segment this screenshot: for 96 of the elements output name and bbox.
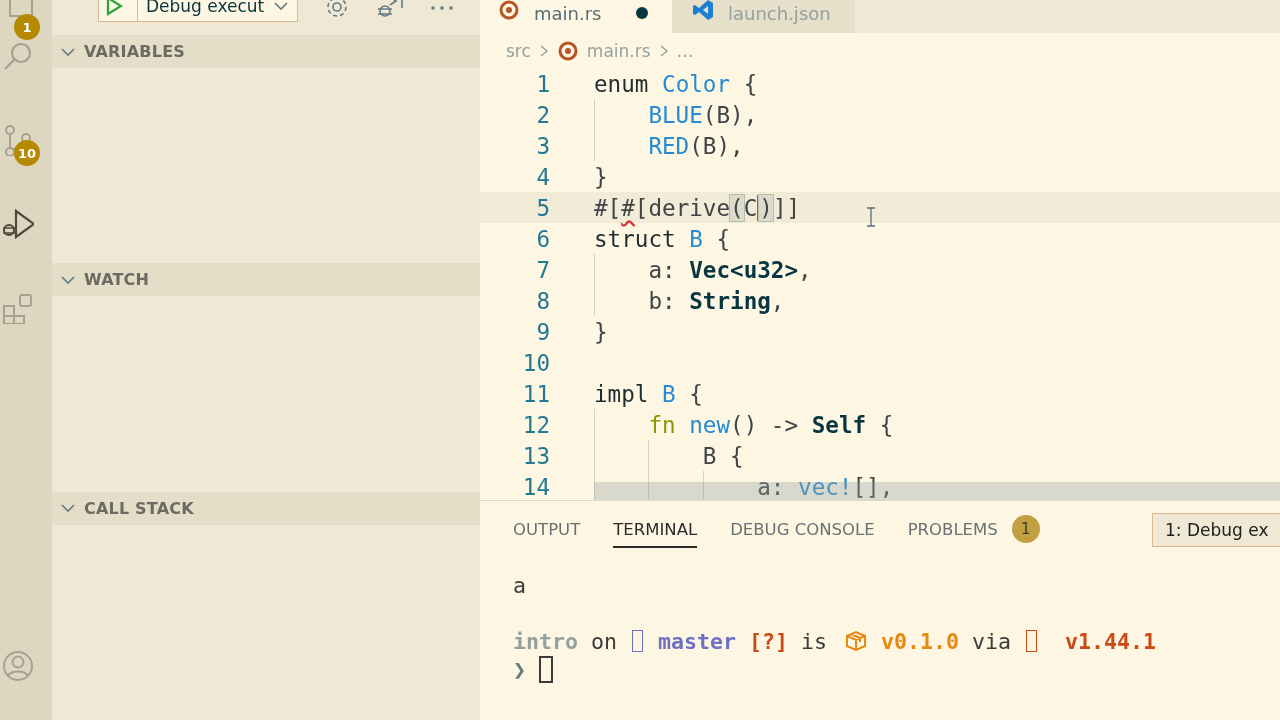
- panel-tab[interactable]: PROBLEMS 1: [907, 512, 1040, 548]
- terminal-text: on: [590, 628, 619, 654]
- code-token: (B),: [702, 101, 758, 128]
- code-token: [],: [852, 473, 894, 500]
- terminal-text: [?]: [748, 628, 789, 654]
- code-token: {: [688, 380, 703, 407]
- breadcrumb[interactable]: …: [676, 40, 694, 61]
- terminal-text: a: [513, 572, 526, 598]
- terminal-text: v0.1.0: [880, 628, 960, 654]
- settings-icon[interactable]: [324, 0, 350, 20]
- code-token: ,: [770, 287, 785, 314]
- more-actions-icon[interactable]: [430, 4, 454, 12]
- badge: 10: [13, 140, 40, 166]
- debug-configuration-select[interactable]: Debug execut: [98, 0, 298, 22]
- panel-tab[interactable]: DEBUG CONSOLE: [730, 512, 875, 548]
- code-token: fn: [648, 411, 676, 438]
- line-number: 12: [521, 411, 551, 438]
- chevron-down-icon: [273, 1, 289, 11]
- chevron-right-icon: [538, 43, 549, 58]
- line-number: 4: [535, 163, 551, 190]
- code-token: BLUE: [648, 101, 703, 128]
- section-header[interactable]: WATCH: [52, 263, 480, 297]
- code-token: #[: [594, 194, 622, 221]
- code-token: Vec<u32>: [689, 256, 799, 283]
- line-number: 11: [521, 380, 551, 407]
- line-number: 10: [521, 349, 551, 376]
- line-number: 8: [535, 287, 551, 314]
- panel-tab[interactable]: TERMINAL: [613, 512, 698, 548]
- code-token: B {: [702, 442, 744, 469]
- code-token: {: [742, 70, 758, 97]
- problem-count-badge: 1: [1011, 515, 1040, 543]
- run-debug-icon[interactable]: [2, 208, 34, 240]
- line-number: 6: [535, 225, 551, 252]
- text-cursor-icon: [866, 206, 877, 227]
- code-token: impl: [594, 380, 649, 407]
- terminal-text: is: [800, 628, 829, 654]
- code-token: B: [661, 380, 676, 407]
- code-token: String: [689, 287, 771, 314]
- breadcrumb[interactable]: main.rs: [586, 40, 651, 61]
- ribbon-icon: [692, 0, 714, 21]
- extensions-icon[interactable]: [2, 292, 34, 324]
- code-token: struct: [594, 225, 676, 252]
- code-token: B: [688, 225, 703, 252]
- code-token: }: [594, 163, 608, 190]
- terminal-text: intro: [513, 628, 578, 654]
- terminal-text: via: [971, 628, 1013, 654]
- line-number: 5: [535, 194, 551, 221]
- line-number: 13: [521, 442, 551, 469]
- start-debugging-icon[interactable]: [105, 0, 123, 16]
- account-icon[interactable]: [2, 650, 34, 682]
- unsaved-dot-icon: [636, 7, 648, 19]
- source-control-icon[interactable]: [2, 124, 34, 156]
- code-token: (B),: [689, 132, 744, 159]
- code-token: Self: [811, 411, 867, 438]
- search-icon[interactable]: [2, 40, 34, 72]
- code-token: [derive: [634, 194, 731, 221]
- terminal-text: v1.44.1: [1064, 628, 1157, 654]
- code-token: new: [688, 411, 731, 438]
- code-token: () ->: [730, 411, 800, 438]
- code-token: ): [759, 194, 773, 221]
- line-number: 14: [521, 473, 551, 500]
- breadcrumb[interactable]: src: [506, 40, 531, 61]
- panel-tab[interactable]: OUTPUT: [513, 512, 581, 548]
- missing-glyph-icon: [1026, 630, 1038, 652]
- code-token: (: [730, 194, 744, 221]
- line-number: 2: [535, 101, 551, 128]
- missing-glyph-icon: [632, 630, 644, 652]
- terminal-cursor: [539, 655, 553, 683]
- code-token: RED: [648, 132, 690, 159]
- code-token: ,: [798, 256, 812, 283]
- code-token: enum: [594, 70, 649, 97]
- terminal-text: master: [657, 628, 737, 654]
- code-token: a:: [648, 256, 677, 283]
- code-token: b:: [648, 287, 677, 314]
- terminal-select[interactable]: 1: Debug ex: [1152, 513, 1280, 547]
- code-token: ]]: [772, 194, 801, 221]
- badge: 1: [14, 14, 40, 40]
- line-number: 3: [535, 132, 551, 159]
- debug-console-icon[interactable]: [376, 0, 404, 20]
- editor-tab[interactable]: main.rs: [480, 0, 672, 33]
- code-token: vec!: [798, 473, 853, 500]
- code-token: {: [878, 411, 894, 438]
- section-header[interactable]: CALL STACK: [52, 491, 480, 525]
- line-number: 1: [535, 70, 551, 97]
- code-token: a:: [757, 473, 786, 500]
- line-number: 9: [535, 318, 551, 345]
- terminal-text: ❯: [513, 656, 526, 682]
- code-token: C: [743, 194, 758, 221]
- package-icon: [844, 629, 869, 653]
- chevron-right-icon: [658, 43, 669, 58]
- code-token: Color: [661, 70, 731, 97]
- line-number: 7: [535, 256, 551, 283]
- code-token: }: [594, 318, 608, 345]
- section-header[interactable]: VARIABLES: [52, 35, 480, 68]
- code-token: {: [715, 225, 731, 252]
- code-token: #: [621, 194, 635, 221]
